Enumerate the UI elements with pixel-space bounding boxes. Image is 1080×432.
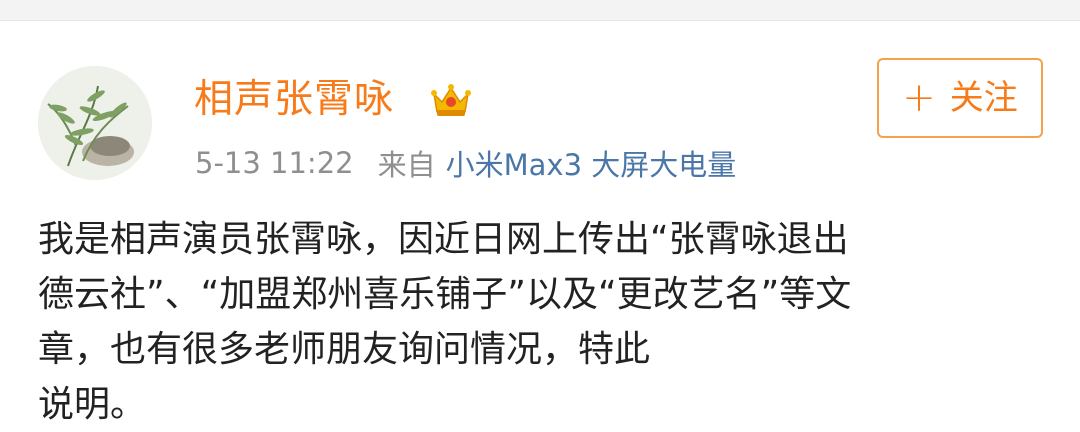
content-line: 德云社”、“加盟郑州喜乐铺子”以及“更改艺名”等文	[38, 274, 852, 315]
top-divider-strip	[0, 0, 1080, 21]
plus-icon: +	[902, 75, 936, 121]
plant-avatar-icon	[38, 66, 152, 180]
text-fade-overlay	[800, 332, 1080, 378]
source-device-link[interactable]: 小米Max3 大屏大电量	[446, 142, 737, 184]
content-line: 说明。	[38, 384, 147, 425]
post-meta: 5-13 11:22 来自 小米Max3 大屏大电量	[195, 142, 736, 184]
follow-label: 关注	[949, 78, 1018, 118]
post-time: 5-13 11:22	[195, 146, 354, 180]
author-name[interactable]: 相声张霄咏	[194, 76, 394, 124]
post-content: 我是相声演员张霄咏，因近日网上传出“张霄咏退出 德云社”、“加盟郑州喜乐铺子”以…	[38, 212, 1048, 432]
crown-vip-icon[interactable]	[430, 80, 472, 120]
follow-button[interactable]: + 关注	[877, 58, 1043, 138]
avatar[interactable]	[38, 66, 152, 180]
source-label: 来自	[377, 148, 436, 182]
content-line: 我是相声演员张霄咏，因近日网上传出“张霄咏退出	[38, 219, 849, 260]
